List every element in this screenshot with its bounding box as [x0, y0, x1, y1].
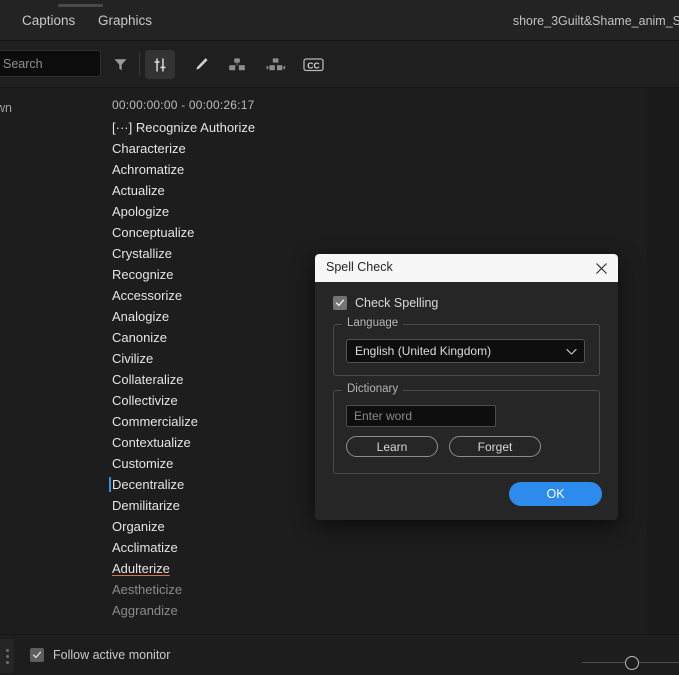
- dialog-title: Spell Check: [326, 260, 393, 274]
- pencil-icon: [195, 58, 208, 70]
- cc-icon: CC: [302, 58, 324, 72]
- caption-word-text: Actualize: [112, 183, 165, 198]
- caption-word-text: Contextualize: [112, 435, 191, 450]
- merge-captions-button[interactable]: [222, 50, 252, 79]
- caption-word-text: Accessorize: [112, 288, 183, 303]
- caption-word-text: Adulterize: [112, 561, 170, 576]
- document-title: shore_3Guilt&Shame_anim_S: [512, 14, 679, 28]
- spell-check-dialog: Spell Check Check Spelling Language Engl…: [315, 254, 618, 520]
- chevron-down-icon: [566, 349, 577, 355]
- caption-word-row[interactable]: Aestheticize: [112, 579, 632, 600]
- follow-active-monitor-row[interactable]: Follow active monitor: [30, 648, 170, 662]
- check-spelling-label: Check Spelling: [355, 296, 439, 310]
- captions-toolbar: CC: [0, 41, 679, 88]
- caption-word-text: Analogize: [112, 309, 170, 324]
- language-selected-value: English (United Kingdom): [355, 344, 492, 358]
- ok-button[interactable]: OK: [509, 482, 602, 506]
- text-caret: [109, 477, 111, 492]
- caption-word-text: Recognize: [112, 267, 174, 282]
- caption-word-row[interactable]: Conceptualize: [112, 222, 632, 243]
- caption-word-row[interactable]: Adulterize: [112, 558, 632, 579]
- right-side-panel: [647, 88, 679, 634]
- filter-button[interactable]: [105, 50, 135, 79]
- caption-settings-button[interactable]: [145, 50, 175, 79]
- caption-word-row[interactable]: Apologize: [112, 201, 632, 222]
- checkmark-icon: [335, 299, 345, 307]
- zoom-slider[interactable]: [582, 654, 679, 672]
- caption-word-text: Characterize: [112, 141, 186, 156]
- dialog-title-bar[interactable]: Spell Check: [315, 254, 618, 282]
- bottom-bar: Follow active monitor: [0, 634, 679, 675]
- closed-captions-button[interactable]: CC: [298, 50, 328, 79]
- caption-word-text: Collateralize: [112, 372, 184, 387]
- tab-captions[interactable]: Captions: [22, 13, 75, 28]
- search-input[interactable]: [0, 50, 101, 77]
- language-select[interactable]: English (United Kingdom): [346, 339, 585, 363]
- caption-word-text: Collectivize: [112, 393, 178, 408]
- caption-word-row[interactable]: Characterize: [112, 138, 632, 159]
- close-button[interactable]: [592, 259, 610, 277]
- caption-time-range: 00:00:00:00 - 00:00:26:17: [112, 98, 255, 112]
- caption-word-row[interactable]: Actualize: [112, 180, 632, 201]
- premiere-captions-panel: t Captions Graphics shore_3Guilt&Shame_a…: [0, 0, 679, 675]
- follow-active-monitor-checkbox[interactable]: [30, 648, 44, 662]
- caption-word-text: Demilitarize: [112, 498, 180, 513]
- dictionary-button-row: Learn Forget: [346, 436, 587, 457]
- language-fieldset: Language English (United Kingdom): [333, 317, 600, 376]
- filter-icon: [114, 59, 126, 71]
- caption-word-text: Aggrandize: [112, 603, 178, 618]
- dialog-body: Check Spelling Language English (United …: [315, 282, 618, 474]
- tab-graphics[interactable]: Graphics: [98, 13, 152, 28]
- speaker-label-truncated: wn: [0, 101, 12, 115]
- check-spelling-row[interactable]: Check Spelling: [333, 296, 600, 310]
- caption-word-text: Conceptualize: [112, 225, 195, 240]
- learn-button[interactable]: Learn: [346, 436, 438, 457]
- check-spelling-checkbox[interactable]: [333, 296, 347, 310]
- caption-header-row[interactable]: [···] Recognize Authorize: [112, 117, 632, 138]
- dictionary-fieldset: Dictionary Learn Forget: [333, 383, 600, 474]
- checkmark-icon: [32, 651, 42, 659]
- caption-word-text: Crystallize: [112, 246, 172, 261]
- toolbar-divider: [139, 53, 140, 75]
- caption-word-row[interactable]: Achromatize: [112, 159, 632, 180]
- forget-button[interactable]: Forget: [449, 436, 541, 457]
- caption-word-text: Decentralize: [112, 477, 185, 492]
- slider-knob[interactable]: [625, 656, 639, 670]
- caption-word-row[interactable]: Acclimatize: [112, 537, 632, 558]
- svg-text:CC: CC: [307, 60, 319, 70]
- caption-word-text: Organize: [112, 519, 165, 534]
- merge-captions-icon: [229, 58, 245, 71]
- caption-word-text: Canonize: [112, 330, 167, 345]
- close-icon: [595, 262, 607, 274]
- caption-word-text: Customize: [112, 456, 174, 471]
- language-legend: Language: [342, 317, 404, 329]
- split-captions-button[interactable]: [261, 50, 291, 79]
- caption-word-text: Civilize: [112, 351, 154, 366]
- caption-word-text: Achromatize: [112, 162, 185, 177]
- edit-button[interactable]: [186, 50, 216, 79]
- caption-word-text: Apologize: [112, 204, 170, 219]
- caption-word-text: Aestheticize: [112, 582, 183, 597]
- panel-tab-bar: t Captions Graphics shore_3Guilt&Shame_a…: [0, 0, 679, 41]
- dictionary-legend: Dictionary: [342, 383, 404, 395]
- follow-active-monitor-label: Follow active monitor: [53, 648, 171, 662]
- caption-word-row[interactable]: Aggrandize: [112, 600, 632, 621]
- caption-word-text: Acclimatize: [112, 540, 178, 555]
- sliders-icon: [154, 58, 166, 71]
- dictionary-word-input[interactable]: [346, 405, 496, 427]
- split-captions-icon: [266, 58, 286, 71]
- panel-drag-grip[interactable]: [58, 4, 103, 7]
- panel-resize-handle[interactable]: [0, 639, 14, 673]
- caption-word-text: Commercialize: [112, 414, 198, 429]
